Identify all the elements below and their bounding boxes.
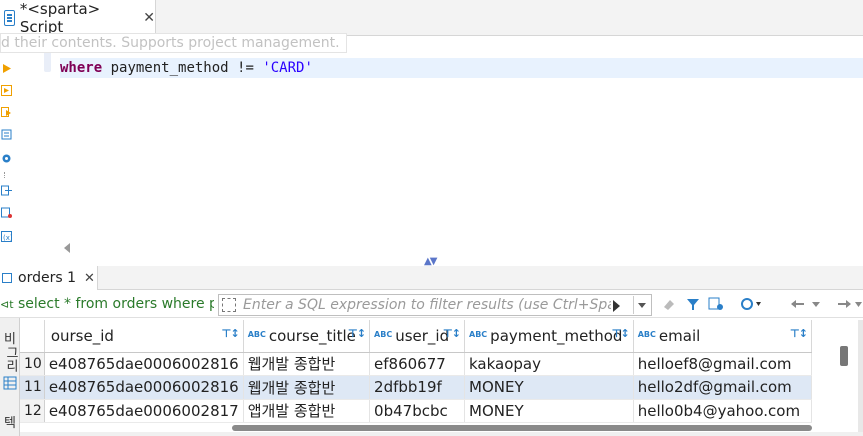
row-number: 12 [20,399,45,423]
cell-email[interactable]: hello0b4@yahoo.com [633,399,812,423]
variables-icon[interactable]: (x) [1,230,13,242]
editor-tab-script[interactable]: *<sparta> Script ✕ [0,0,156,36]
cell-payment-method[interactable]: MONEY [464,375,634,400]
sql-line-2[interactable]: where payment_method != 'CARD' [60,58,863,78]
execute-script-icon[interactable] [1,106,12,117]
cell-course-title[interactable]: 앱개발 종합반 [243,399,371,423]
script-icon [4,10,15,26]
cell-payment-method[interactable]: kakaopay [464,352,634,376]
export-icon[interactable] [1,184,12,196]
column-header-payment-method[interactable]: ABC payment_method ⊤↕ [464,320,634,353]
cell-course-title[interactable]: 웹개발 종합반 [243,375,371,400]
sort-filter-icon[interactable]: ⊤↕ [611,327,629,340]
sort-filter-icon[interactable]: ⊤↕ [790,327,808,340]
cell-user-id[interactable]: 0b47bcbc [369,399,465,423]
side-tab-text[interactable]: 비 [0,328,20,347]
string-type-icon: ABC [247,329,266,339]
results-grid[interactable]: ourse_id ⊤↕ ABC course_title ⊤↕ ABC user_i… [20,320,812,426]
results-filter-bar: ⊲t select * from orders where p Enter a … [0,292,863,318]
column-header-user-id[interactable]: ABC user_id ⊤↕ [369,320,465,353]
table-row[interactable]: 11 e408765dae0006002816 웹개발 종합반 2dfbb19f… [20,375,812,400]
row-number: 10 [20,352,45,376]
cell-email[interactable]: helloef8@gmail.com [633,352,812,376]
table-row[interactable]: 10 e408765dae0006002816 웹개발 종합반 ef860677… [20,352,812,376]
grid-bottom-border [20,432,863,436]
load-script-icon[interactable] [1,206,12,218]
side-tab-grid-label[interactable]: 그리 [0,346,20,372]
sort-filter-icon[interactable]: ⊤↕ [221,327,239,340]
table-row[interactable]: 12 e408765dae0006002817 앱개발 종합반 0b47bcbc… [20,399,812,423]
results-tab-label: orders 1 [18,270,76,286]
row-number: 11 [20,375,45,400]
cell-course-id[interactable]: e408765dae0006002816 [44,375,244,400]
side-tab-text-2[interactable]: 텍 [0,412,20,431]
sql-icon: ⊲t [0,298,14,311]
string-type-icon: ABC [469,329,488,339]
editor-tab-bar: *<sparta> Script ✕ [0,0,863,36]
grid-vertical-scrollbar[interactable] [840,330,848,426]
column-header-label: ourse_id [50,326,114,345]
cell-course-id[interactable]: e408765dae0006002816 [44,352,244,376]
column-header-label: payment_method [490,326,623,345]
sort-filter-icon[interactable]: ⊤↕ [348,327,366,340]
results-tab-orders[interactable]: orders 1 ✕ [0,266,98,290]
editor-side-toolbar: (x) [0,36,14,258]
cell-user-id[interactable]: ef860677 [369,352,465,376]
grid-view-icon[interactable] [0,376,20,394]
sort-filter-icon[interactable]: ⊤↕ [443,327,461,340]
query-text: select * from orders where p [17,296,214,312]
string-type-icon: ABC [637,329,656,339]
column-header-course-id[interactable]: ourse_id ⊤↕ [44,320,244,353]
results-tab-bar: orders 1 ✕ [0,266,863,290]
expand-icon[interactable] [222,298,236,312]
table-icon [2,273,12,283]
sql-string: 'CARD' [262,60,313,76]
column-header-label: email [658,326,701,345]
row-number-header [20,320,45,353]
refresh-icon[interactable] [740,297,761,311]
svg-text:(x): (x) [3,234,12,242]
filter-settings-icon[interactable] [708,297,723,311]
execute-statement-icon[interactable] [1,62,12,73]
filter-funnel-icon[interactable] [686,297,700,311]
grid-horizontal-scrollbar-thumb[interactable] [232,425,812,431]
filter-history-dropdown[interactable] [633,296,651,314]
cell-course-id[interactable]: e408765dae0006002817 [44,399,244,423]
results-table: ourse_id ⊤↕ ABC course_title ⊤↕ ABC user_i… [20,320,812,423]
apply-filter-icon[interactable] [613,300,620,312]
string-type-icon: ABC [374,329,393,339]
column-header-email[interactable]: ABC email ⊤↕ [633,320,812,353]
filter-input[interactable]: Enter a SQL expression to filter results… [218,294,652,316]
settings-gear-icon[interactable] [1,152,12,163]
editor-tab-title: *<sparta> Script [19,0,101,36]
column-header-label: user_id [395,326,450,345]
cell-email[interactable]: hello2df@gmail.com [633,375,812,400]
filter-placeholder: Enter a SQL expression to filter results… [243,297,611,313]
explain-plan-icon[interactable] [1,128,12,140]
query-text-label: ⊲t select * from orders where p [0,296,214,312]
result-view-switcher: 비 그리 텍 [0,318,20,436]
panel-scrollbar[interactable] [858,320,863,436]
header-row: ourse_id ⊤↕ ABC course_title ⊤↕ ABC user_i… [20,320,812,353]
close-icon[interactable]: ✕ [84,271,95,286]
column-header-label: course_title [268,326,356,345]
column-header-course-title[interactable]: ABC course_title ⊤↕ [243,320,371,353]
back-arrow-icon[interactable] [790,297,820,311]
cell-payment-method[interactable]: MONEY [464,399,634,423]
scrollbar-thumb[interactable] [840,346,848,366]
editor-horizontal-scrollbar[interactable] [60,240,863,256]
cell-user-id[interactable]: 2dfbb19f [369,375,465,400]
execute-in-new-tab-icon[interactable] [1,84,12,96]
sql-text: payment_method != [102,60,263,76]
close-icon[interactable]: ✕ [143,10,155,26]
tooltip: d their contents. Supports project manag… [0,33,347,53]
eraser-icon[interactable] [662,297,676,311]
forward-arrow-icon[interactable] [836,297,862,311]
sql-keyword: where [60,60,103,76]
cell-course-title[interactable]: 웹개발 종합반 [243,352,371,376]
scroll-left-icon[interactable] [64,243,70,253]
